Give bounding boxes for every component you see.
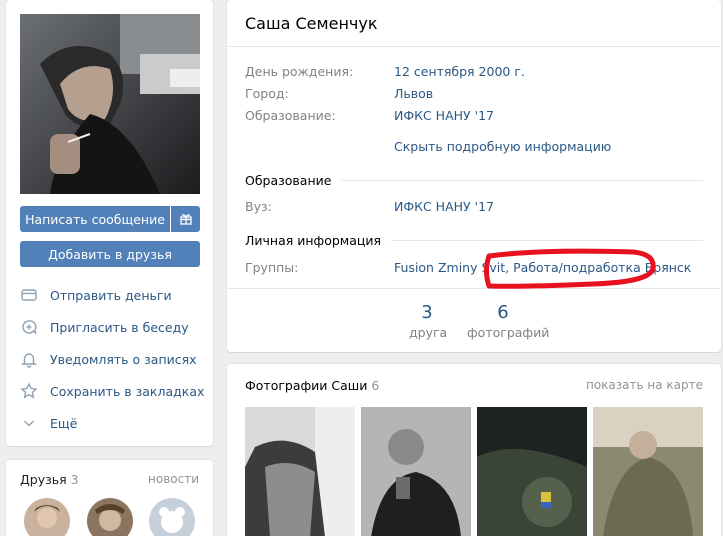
action-label: Сохранить в закладках (50, 383, 205, 399)
counter-caption: фотографий (467, 325, 550, 340)
divider (391, 239, 703, 241)
info-row-city: Город: Львов (245, 84, 433, 102)
friends-block: Друзья 3 новости (6, 460, 213, 536)
friends-counter[interactable]: 3 друга (409, 302, 448, 340)
photos-block: Фотографии Саши 6 показать на карте (227, 364, 721, 536)
photo-thumbnail[interactable] (593, 407, 703, 536)
notify-posts-action[interactable]: Уведомлять о записях (20, 347, 197, 371)
counter-caption: друга (409, 325, 448, 340)
add-friend-button[interactable]: Добавить в друзья (20, 241, 200, 267)
gift-button[interactable] (171, 206, 200, 232)
photo-thumbnail[interactable] (361, 407, 471, 536)
section-title: Личная информация (245, 232, 382, 248)
counter-number: 6 (497, 302, 509, 323)
counter-number: 3 (421, 302, 433, 323)
send-message-button[interactable]: Написать сообщение (20, 206, 170, 232)
info-value-link[interactable]: Львов (394, 86, 433, 101)
info-label: День рождения: (245, 63, 354, 79)
friend-avatar[interactable] (24, 498, 70, 536)
action-label: Ещё (50, 415, 78, 431)
friends-title[interactable]: Друзья 3 (20, 472, 79, 487)
money-icon (20, 286, 38, 304)
profile-info-card: Саша Семенчук День рождения: 12 сентября… (227, 0, 721, 352)
photo-thumbnail[interactable] (245, 407, 355, 536)
friends-count: 3 (70, 472, 79, 487)
action-label: Пригласить в беседу (50, 319, 189, 335)
info-value-link[interactable]: ИФКС НАНУ '17 (394, 199, 494, 214)
bookmark-action[interactable]: Сохранить в закладках (20, 379, 204, 403)
info-label: Образование: (245, 107, 336, 123)
info-row-education: Образование: ИФКС НАНУ '17 (245, 106, 494, 124)
info-row-birthday: День рождения: 12 сентября 2000 г. (245, 62, 525, 80)
more-action[interactable]: Ещё (20, 411, 77, 435)
invite-chat-icon (20, 318, 38, 336)
friend-avatar[interactable] (87, 498, 133, 536)
chevron-down-icon (20, 414, 38, 432)
hide-details-link[interactable]: Скрыть подробную информацию (394, 139, 611, 154)
profile-avatar[interactable] (20, 14, 200, 194)
action-label: Отправить деньги (50, 287, 172, 303)
bell-icon (20, 350, 38, 368)
profile-sidebar: Написать сообщение Добавить в друзья Отп… (6, 0, 213, 446)
star-icon (20, 382, 38, 400)
friend-avatar-placeholder[interactable] (149, 498, 195, 536)
friends-news-link[interactable]: новости (148, 472, 199, 486)
photos-counter[interactable]: 6 фотографий (467, 302, 550, 340)
section-education: Образование (245, 172, 703, 188)
profile-name: Саша Семенчук (245, 14, 378, 33)
red-highlight-annotation (484, 248, 656, 289)
photos-title[interactable]: Фотографии Саши 6 (245, 378, 379, 393)
action-label: Уведомлять о записях (50, 351, 197, 367)
info-label: Группы: (245, 259, 299, 275)
info-value-link[interactable]: ИФКС НАНУ '17 (394, 108, 494, 123)
info-label: Вуз: (245, 198, 272, 214)
photos-count: 6 (371, 378, 380, 393)
divider (341, 179, 703, 181)
photo-thumbnail[interactable] (477, 407, 587, 536)
info-value-link[interactable]: 12 сентября 2000 г. (394, 64, 525, 79)
divider (227, 46, 721, 47)
show-on-map-link[interactable]: показать на карте (586, 378, 703, 392)
invite-chat-action[interactable]: Пригласить в беседу (20, 315, 189, 339)
gift-icon (179, 214, 192, 225)
info-row-university: Вуз: ИФКС НАНУ '17 (245, 197, 494, 215)
send-money-action[interactable]: Отправить деньги (20, 283, 172, 307)
section-title: Образование (245, 172, 332, 188)
info-label: Город: (245, 85, 289, 101)
